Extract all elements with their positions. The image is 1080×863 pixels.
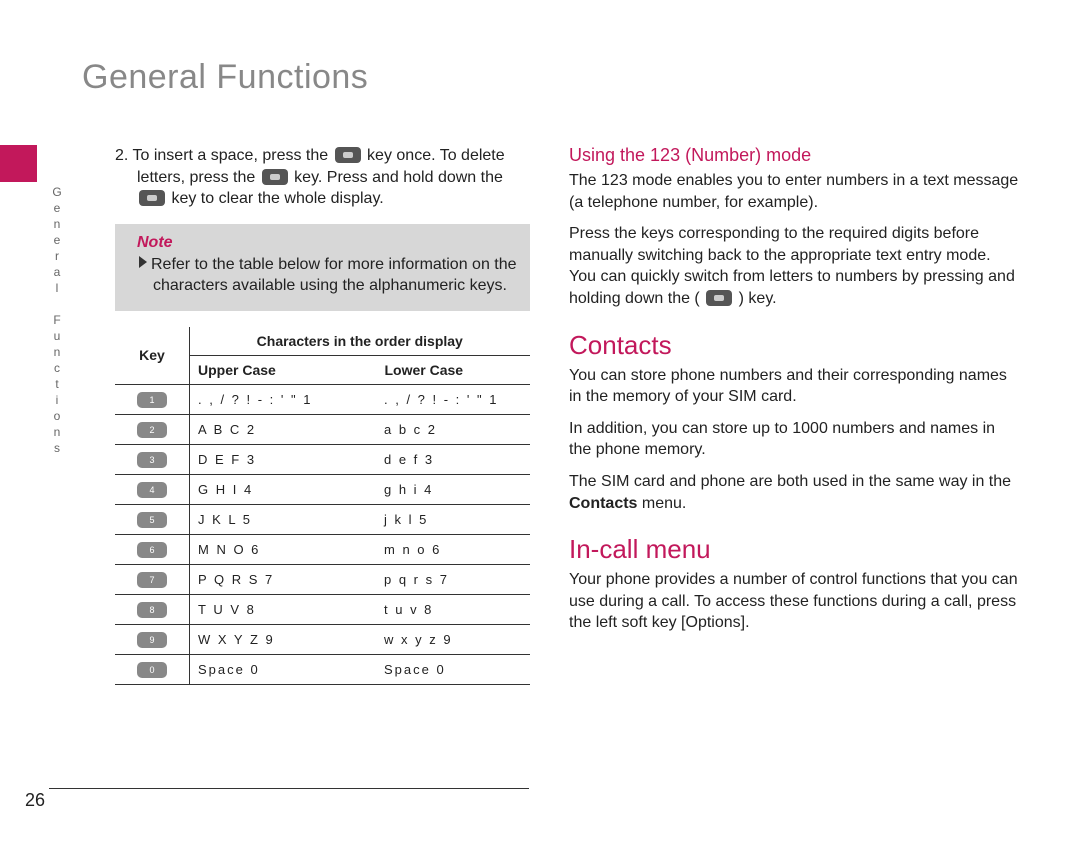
accent-bar: [0, 145, 37, 182]
characters-table: Key Characters in the order display Uppe…: [115, 327, 530, 685]
cell-upper: M N O 6: [190, 534, 377, 564]
clear-key-icon: [262, 169, 288, 185]
table-row: 0 Space 0Space 0: [115, 654, 530, 684]
paragraph-123-b: Press the keys corresponding to the requ…: [569, 223, 1019, 309]
key-button-icon: 8: [137, 602, 167, 618]
footer-rule: [49, 788, 529, 789]
key-button-icon: 2: [137, 422, 167, 438]
key-button-icon: 5: [137, 512, 167, 528]
zero-key-icon: [335, 147, 361, 163]
table-row: 4 G H I 4g h i 4: [115, 474, 530, 504]
paragraph-123-a: The 123 mode enables you to enter number…: [569, 170, 1019, 213]
table-row: 2 A B C 2a b c 2: [115, 414, 530, 444]
key-button-icon: 6: [137, 542, 167, 558]
cell-lower: d e f 3: [376, 444, 530, 474]
note-box: Note Refer to the table below for more i…: [115, 224, 530, 311]
cell-upper: D E F 3: [190, 444, 377, 474]
key-button-icon: 3: [137, 452, 167, 468]
paragraph-contacts-3: The SIM card and phone are both used in …: [569, 471, 1019, 514]
bullet-triangle-icon: [139, 256, 147, 268]
key-button-icon: 1: [137, 392, 167, 408]
cell-upper: Space 0: [190, 654, 377, 684]
note-body: Refer to the table below for more inform…: [139, 254, 520, 297]
cell-upper: T U V 8: [190, 594, 377, 624]
table-row: 7 P Q R S 7p q r s 7: [115, 564, 530, 594]
key-button-icon: 9: [137, 632, 167, 648]
side-section-label: General Functions: [50, 185, 64, 457]
paragraph-incall: Your phone provides a number of control …: [569, 569, 1019, 634]
table-row: 1 . , / ? ! - : ' " 1. , / ? ! - : ' " 1: [115, 384, 530, 414]
table-header-lower: Lower Case: [376, 355, 530, 384]
cell-upper: A B C 2: [190, 414, 377, 444]
heading-incall: In-call menu: [569, 534, 1019, 565]
cell-lower: j k l 5: [376, 504, 530, 534]
table-header-upper: Upper Case: [190, 355, 377, 384]
key-button-icon: 4: [137, 482, 167, 498]
paragraph-contacts-1: You can store phone numbers and their co…: [569, 365, 1019, 408]
cell-upper: W X Y Z 9: [190, 624, 377, 654]
cell-upper: J K L 5: [190, 504, 377, 534]
table-row: 3 D E F 3d e f 3: [115, 444, 530, 474]
table-row: 6 M N O 6m n o 6: [115, 534, 530, 564]
heading-contacts: Contacts: [569, 330, 1019, 361]
clear-key-icon: [139, 190, 165, 206]
cell-upper: G H I 4: [190, 474, 377, 504]
hash-key-icon: [706, 290, 732, 306]
cell-lower: . , / ? ! - : ' " 1: [376, 384, 530, 414]
insert-space-paragraph: 2. To insert a space, press the key once…: [115, 145, 530, 210]
table-header-key: Key: [115, 327, 190, 385]
key-button-icon: 7: [137, 572, 167, 588]
note-title: Note: [137, 234, 520, 252]
table-row: 5 J K L 5j k l 5: [115, 504, 530, 534]
heading-123-mode: Using the 123 (Number) mode: [569, 145, 1019, 166]
cell-lower: g h i 4: [376, 474, 530, 504]
cell-lower: Space 0: [376, 654, 530, 684]
cell-lower: m n o 6: [376, 534, 530, 564]
cell-lower: t u v 8: [376, 594, 530, 624]
cell-upper: . , / ? ! - : ' " 1: [190, 384, 377, 414]
cell-lower: p q r s 7: [376, 564, 530, 594]
paragraph-contacts-2: In addition, you can store up to 1000 nu…: [569, 418, 1019, 461]
page-title: General Functions: [82, 58, 368, 97]
cell-lower: w x y z 9: [376, 624, 530, 654]
table-row: 8 T U V 8t u v 8: [115, 594, 530, 624]
table-header-characters: Characters in the order display: [190, 327, 530, 356]
cell-lower: a b c 2: [376, 414, 530, 444]
table-row: 9 W X Y Z 9w x y z 9: [115, 624, 530, 654]
cell-upper: P Q R S 7: [190, 564, 377, 594]
page-number: 26: [25, 790, 45, 811]
key-button-icon: 0: [137, 662, 167, 678]
